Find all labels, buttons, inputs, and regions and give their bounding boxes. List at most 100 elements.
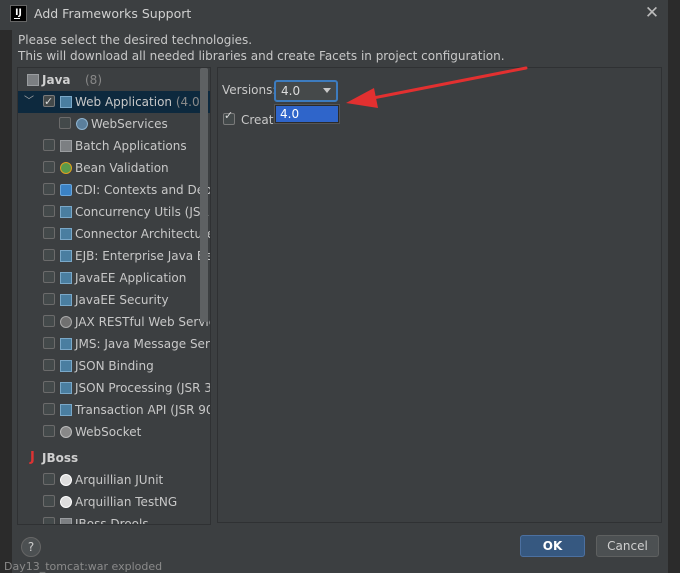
title-bar: IJ Add Frameworks Support ✕: [0, 0, 680, 28]
frameworks-tree[interactable]: Java EE (8) ﹀ Web Application (4.0) WebS…: [17, 67, 211, 525]
tree-item-label: JavaEE Security: [75, 293, 169, 307]
arquillian-icon: [60, 496, 72, 508]
ok-button[interactable]: OK: [520, 535, 585, 557]
tree-item-label: WebServices: [91, 117, 168, 131]
concurrency-icon: [60, 206, 72, 218]
tree-item-javaee-security[interactable]: JavaEE Security: [18, 289, 210, 311]
jms-icon: [60, 338, 72, 350]
json-processing-icon: [60, 382, 72, 394]
versions-label: Versions:: [222, 83, 277, 97]
checkbox-cdi[interactable]: [43, 183, 55, 195]
tree-item-label: JMS: Java Message Servic: [75, 337, 210, 351]
tree-item-ejb[interactable]: EJB: Enterprise Java Beans: [18, 245, 210, 267]
dropdown-option-4-0[interactable]: 4.0: [276, 106, 338, 122]
checkbox-jboss-drools[interactable]: [43, 517, 55, 524]
tree-item-web-application[interactable]: ﹀ Web Application (4.0): [18, 91, 210, 113]
javaee-security-icon: [60, 294, 72, 306]
tree-item-label: WebSocket: [75, 425, 142, 439]
tree-item-label: Concurrency Utils (JSR 236: [75, 205, 210, 219]
tree-item-jms[interactable]: JMS: Java Message Servic: [18, 333, 210, 355]
background-ide-right-edge: [668, 0, 680, 573]
checkbox-javaee-security[interactable]: [43, 293, 55, 305]
cdi-icon: [60, 184, 72, 196]
web-icon: [60, 96, 72, 108]
tree-item-label: JSON Processing (JSR 353: [75, 381, 210, 395]
framework-config-panel: [217, 67, 662, 523]
connector-icon: [60, 228, 72, 240]
tree-item-json-binding[interactable]: JSON Binding: [18, 355, 210, 377]
java-ee-count: (8): [85, 73, 102, 87]
tree-item-webservices[interactable]: WebServices: [18, 113, 210, 135]
ejb-icon: [60, 250, 72, 262]
drools-icon: [60, 518, 72, 524]
close-button[interactable]: ✕: [642, 3, 662, 23]
checkbox-arquillian-junit[interactable]: [43, 473, 55, 485]
background-run-config-text: Day13_tomcat:war exploded: [4, 560, 163, 573]
chevron-down-icon[interactable]: ﹀: [24, 91, 34, 113]
annotation-arrow-icon: [346, 66, 528, 108]
tree-item-jboss-drools[interactable]: JBoss Drools: [18, 513, 210, 525]
checkbox-web-application[interactable]: [43, 91, 55, 113]
checkbox-webservices[interactable]: [59, 117, 71, 129]
dialog-title: Add Frameworks Support: [34, 6, 192, 21]
tree-item-cdi[interactable]: CDI: Contexts and Depend: [18, 179, 210, 201]
checkbox-ejb[interactable]: [43, 249, 55, 261]
transaction-icon: [60, 404, 72, 416]
globe-icon: [76, 118, 88, 130]
create-checkbox[interactable]: [223, 109, 235, 125]
tree-item-label: EJB: Enterprise Java Beans: [75, 249, 210, 263]
tree-item-label: JAX RESTful Web Services: [75, 315, 210, 329]
tree-scrollbar[interactable]: [200, 68, 208, 322]
tree-item-label: Bean Validation: [75, 161, 169, 175]
description-line-1: Please select the desired technologies.: [18, 33, 253, 47]
tree-item-websocket[interactable]: WebSocket: [18, 421, 210, 443]
tree-item-label: Transaction API (JSR 907): [75, 403, 211, 417]
checkbox-jax-rs[interactable]: [43, 315, 55, 327]
websocket-icon: [60, 426, 72, 438]
checkbox-javaee-application[interactable]: [43, 271, 55, 283]
checkbox-transaction-api[interactable]: [43, 403, 55, 415]
javaee-app-icon: [60, 272, 72, 284]
tree-item-label: Web Application: [75, 95, 173, 109]
tree-item-javaee-application[interactable]: JavaEE Application: [18, 267, 210, 289]
versions-combobox[interactable]: 4.0: [274, 80, 338, 102]
tree-item-json-processing[interactable]: JSON Processing (JSR 353: [18, 377, 210, 399]
tree-item-arquillian-testng[interactable]: Arquillian TestNG: [18, 491, 210, 513]
tree-item-bean-validation[interactable]: Bean Validation: [18, 157, 210, 179]
tree-item-label: JBoss Drools: [75, 517, 149, 525]
java-ee-group-icon: [27, 74, 39, 86]
checkbox-concurrency-utils[interactable]: [43, 205, 55, 217]
tree-item-label: JavaEE Application: [75, 271, 187, 285]
checkbox-arquillian-testng[interactable]: [43, 495, 55, 507]
checkbox-jms[interactable]: [43, 337, 55, 349]
checkbox-json-binding[interactable]: [43, 359, 55, 371]
tree-item-arquillian-junit[interactable]: Arquillian JUnit: [18, 469, 210, 491]
tree-item-label: Connector Architecture (JS: [75, 227, 211, 241]
tree-item-label: CDI: Contexts and Depend: [75, 183, 210, 197]
tree-item-batch-applications[interactable]: Batch Applications: [18, 135, 210, 157]
checkbox-bean-validation[interactable]: [43, 161, 55, 173]
description-line-2: This will download all needed libraries …: [18, 49, 505, 63]
tree-item-label: JSON Binding: [75, 359, 154, 373]
checkbox-connector-architecture[interactable]: [43, 227, 55, 239]
tree-item-label: Batch Applications: [75, 139, 187, 153]
checkbox-batch-applications[interactable]: [43, 139, 55, 151]
chevron-down-icon[interactable]: [323, 88, 331, 93]
batch-icon: [60, 140, 72, 152]
checkbox-websocket[interactable]: [43, 425, 55, 437]
versions-dropdown-list[interactable]: 4.0: [274, 104, 340, 124]
intellij-app-icon: IJ: [10, 5, 27, 22]
versions-selected-value: 4.0: [281, 84, 301, 98]
checkbox-json-processing[interactable]: [43, 381, 55, 393]
json-binding-icon: [60, 360, 72, 372]
tree-item-concurrency-utils[interactable]: Concurrency Utils (JSR 236: [18, 201, 210, 223]
tree-item-connector-architecture[interactable]: Connector Architecture (JS: [18, 223, 210, 245]
tree-item-jax-rs[interactable]: JAX RESTful Web Services: [18, 311, 210, 333]
jboss-label: JBoss: [42, 451, 79, 465]
help-button[interactable]: ?: [21, 537, 41, 557]
tree-item-transaction-api[interactable]: Transaction API (JSR 907): [18, 399, 210, 421]
background-ide-left-edge: [0, 30, 12, 573]
cancel-button[interactable]: Cancel: [596, 535, 659, 557]
arquillian-icon: [60, 474, 72, 486]
jax-rs-icon: [60, 316, 72, 328]
